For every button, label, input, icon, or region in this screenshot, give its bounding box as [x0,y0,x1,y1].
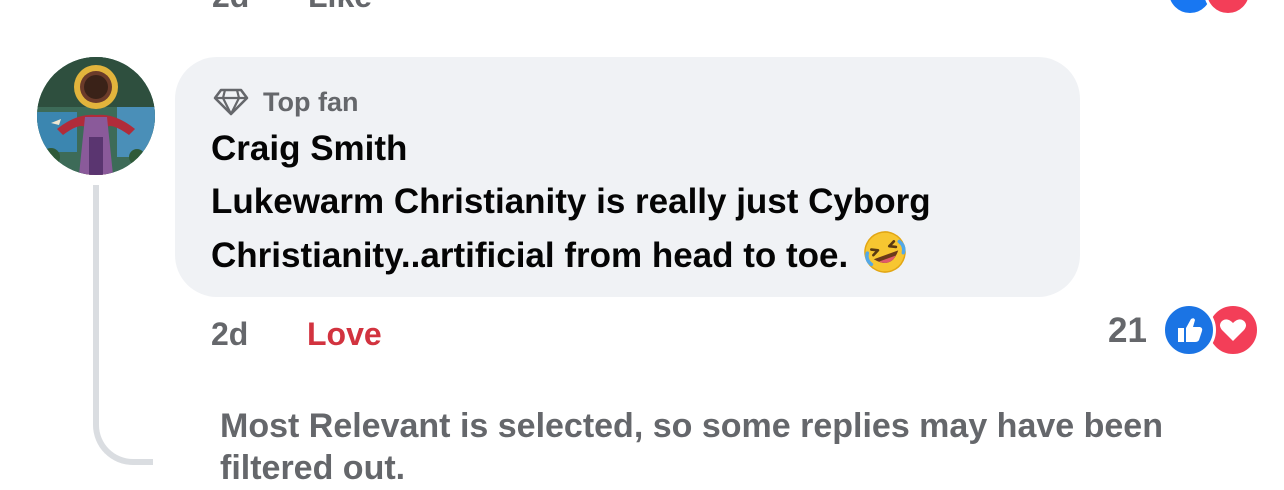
previous-comment-reactions[interactable] [1166,0,1266,16]
love-reaction-icon [1204,0,1252,16]
comment-bubble: Top fan Craig Smith Lukewarm Christianit… [175,57,1080,297]
love-reaction-button[interactable]: Love [307,316,382,353]
like-reaction-icon [1162,303,1216,357]
reaction-icons[interactable] [1162,303,1262,357]
comment-time[interactable]: 2d [211,316,248,353]
filter-notice: Most Relevant is selected, so some repli… [220,407,1163,487]
comment-text: Lukewarm Christianity is really just Cyb… [211,182,931,275]
previous-comment-time[interactable]: 2d [212,0,249,15]
comment-body: Lukewarm Christianity is really just Cyb… [211,175,1071,283]
top-fan-badge[interactable]: Top fan [213,85,358,119]
thread-connector-line [93,185,153,465]
comment-thread: 2d Like T [0,0,1284,490]
diamond-icon [213,88,249,116]
comment-author[interactable]: Craig Smith [211,129,407,169]
avatar[interactable] [37,57,155,175]
reaction-count[interactable]: 21 [1108,311,1147,351]
rolling-laughing-emoji-icon [862,229,908,275]
avatar-image [37,57,155,175]
badge-label: Top fan [263,86,359,117]
previous-comment-like-button[interactable]: Like [308,0,372,15]
